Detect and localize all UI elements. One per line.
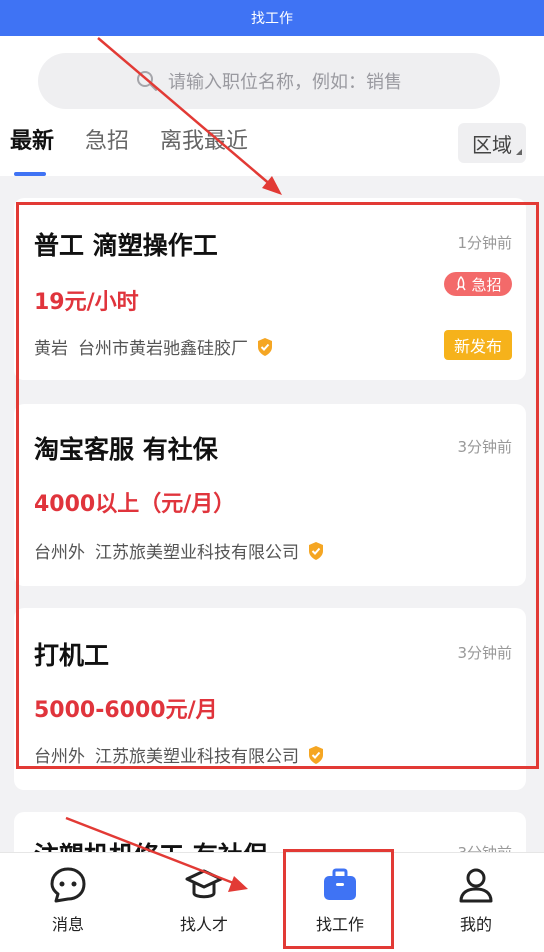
search-input[interactable]: 请输入职位名称，例如：销售 bbox=[38, 53, 500, 109]
nav-item-messages[interactable]: 消息 bbox=[0, 853, 136, 952]
job-title: 普工 滴塑操作工 bbox=[34, 231, 218, 260]
company-name: 江苏旅美塑业科技有限公司 bbox=[95, 747, 299, 767]
nav-label: 找人才 bbox=[179, 915, 228, 934]
urgent-label: 急招 bbox=[471, 275, 502, 294]
tab-urgent[interactable]: 急招 bbox=[85, 126, 129, 170]
profile-icon bbox=[459, 868, 493, 903]
job-location: 台州外 bbox=[34, 543, 85, 563]
app-header: 找工作 bbox=[0, 0, 544, 36]
region-label: 区域 bbox=[472, 132, 512, 157]
company-name: 江苏旅美塑业科技有限公司 bbox=[95, 543, 299, 563]
job-salary: 5000-6000元/月 bbox=[34, 698, 218, 723]
verified-shield-icon bbox=[258, 337, 272, 356]
nav-item-profile[interactable]: 我的 bbox=[408, 853, 544, 952]
tab-latest[interactable]: 最新 bbox=[10, 126, 54, 170]
company-name: 台州市黄岩驰鑫硅胶厂 bbox=[78, 339, 248, 359]
job-company: 台州外 江苏旅美塑业科技有限公司 bbox=[34, 538, 325, 563]
message-icon bbox=[50, 867, 86, 903]
talent-icon bbox=[185, 869, 223, 899]
job-company: 黄岩 台州市黄岩驰鑫硅胶厂 bbox=[34, 334, 274, 359]
bottom-nav: 消息 找人才 找工作 我的 bbox=[0, 852, 544, 952]
job-card[interactable]: 打机工 3分钟前 5000-6000元/月 台州外 江苏旅美塑业科技有限公司 bbox=[14, 608, 526, 790]
active-tab-indicator bbox=[14, 172, 46, 176]
new-badge: 新发布 bbox=[444, 330, 512, 360]
job-salary: 4000以上（元/月） bbox=[34, 492, 236, 517]
tab-nearest[interactable]: 离我最近 bbox=[160, 126, 248, 170]
urgent-badge: 急招 bbox=[444, 272, 512, 296]
verified-shield-icon bbox=[309, 745, 323, 764]
job-company: 台州外 江苏旅美塑业科技有限公司 bbox=[34, 742, 325, 767]
job-location: 台州外 bbox=[34, 747, 85, 767]
region-filter-button[interactable]: 区域 bbox=[458, 123, 526, 163]
job-title: 淘宝客服 有社保 bbox=[34, 435, 218, 464]
nav-label: 消息 bbox=[51, 915, 84, 934]
search-placeholder: 请输入职位名称，例如：销售 bbox=[168, 72, 402, 93]
job-title: 打机工 bbox=[34, 641, 110, 670]
job-time: 1分钟前 bbox=[457, 234, 512, 252]
dropdown-triangle-icon bbox=[516, 149, 522, 155]
search-area: 请输入职位名称，例如：销售 bbox=[0, 36, 544, 120]
rocket-icon bbox=[456, 276, 467, 291]
job-location: 黄岩 bbox=[34, 339, 68, 359]
job-card[interactable]: 普工 滴塑操作工 1分钟前 急招 19元/小时 黄岩 台州市黄岩驰鑫硅胶厂 新发… bbox=[14, 198, 526, 380]
job-card[interactable]: 淘宝客服 有社保 3分钟前 4000以上（元/月） 台州外 江苏旅美塑业科技有限… bbox=[14, 404, 526, 586]
briefcase-icon bbox=[324, 868, 356, 900]
job-time: 3分钟前 bbox=[457, 438, 512, 456]
page-title: 找工作 bbox=[251, 11, 293, 27]
job-salary: 19元/小时 bbox=[34, 290, 139, 315]
nav-label: 我的 bbox=[459, 915, 492, 934]
nav-label: 找工作 bbox=[315, 915, 364, 934]
search-icon bbox=[137, 71, 157, 91]
nav-item-talent[interactable]: 找人才 bbox=[136, 853, 272, 952]
job-time: 3分钟前 bbox=[457, 644, 512, 662]
verified-shield-icon bbox=[309, 541, 323, 560]
nav-item-jobs[interactable]: 找工作 bbox=[272, 853, 408, 952]
